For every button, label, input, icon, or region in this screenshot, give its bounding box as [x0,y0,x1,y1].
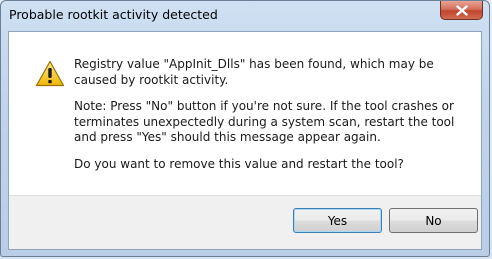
close-icon [455,4,468,16]
window-title: Probable rootkit activity detected [9,7,218,22]
message-text: Registry value "AppInit_Dlls" has been f… [74,57,474,183]
message-area: Registry value "AppInit_Dlls" has been f… [9,32,481,196]
message-paragraph-question: Do you want to remove this value and res… [74,156,404,171]
title-bar[interactable]: Probable rootkit activity detected [1,1,489,31]
warning-icon [35,60,65,87]
no-button[interactable]: No [389,208,478,233]
button-bar: Yes No [9,195,481,249]
message-paragraph-registry: Registry value "AppInit_Dlls" has been f… [74,57,434,87]
dialog-window: Probable rootkit activity detected Regis… [0,0,490,257]
message-paragraph-note: Note: Press "No" button if you're not su… [74,99,455,144]
yes-button[interactable]: Yes [293,208,382,233]
close-button[interactable] [440,1,483,20]
dialog-client-area: Registry value "AppInit_Dlls" has been f… [8,31,482,250]
